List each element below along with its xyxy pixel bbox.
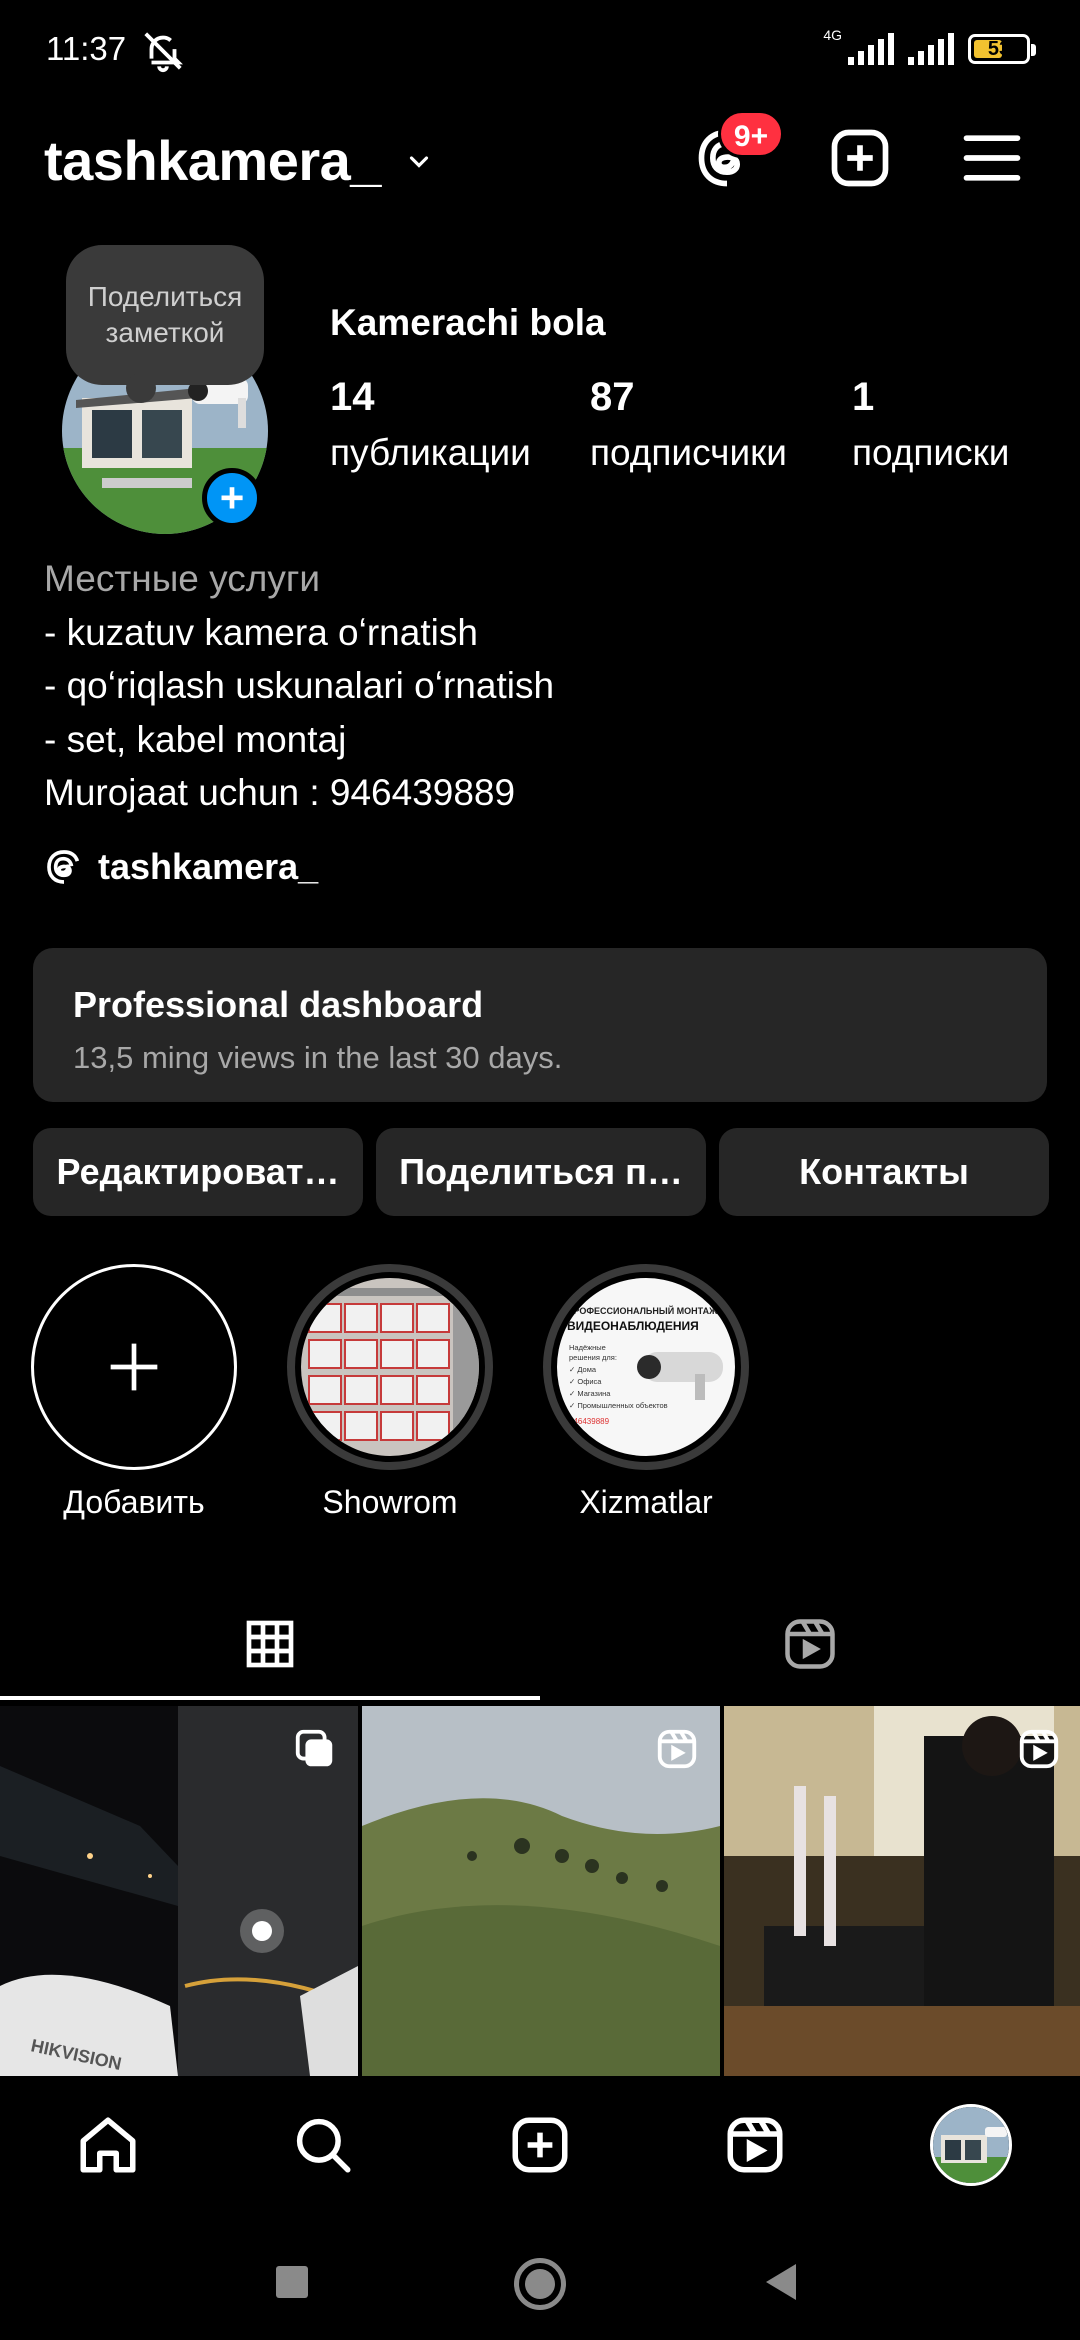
reels-icon (657, 1729, 697, 1769)
highlight-showrom[interactable]: Showrom (287, 1264, 493, 1521)
carousel-icon (295, 1729, 333, 1767)
highlight-label: Showrom (322, 1484, 458, 1520)
profile-header: tashkamera_ 9+ (0, 110, 1080, 210)
status-right: 4G 53 (823, 26, 1036, 72)
cover-text: решения для: (569, 1353, 617, 1362)
highlight-label: Xizmatlar (579, 1484, 713, 1520)
cover-text: ВИДЕОНАБЛЮДЕНИЯ (567, 1319, 699, 1333)
stat-label: подписки (852, 432, 1010, 473)
stat-value: 1 (852, 375, 875, 419)
cover-text: 946439889 (569, 1417, 610, 1426)
notification-badge: 9+ (718, 110, 784, 158)
plus-icon (110, 1343, 158, 1391)
bio-line: Murojaat uchun : 946439889 (44, 772, 516, 813)
signal-icon (848, 33, 894, 65)
bio-category: Местные услуги (44, 558, 320, 599)
battery-level: 53 (987, 38, 1011, 60)
highlight-cover: ПРОФЕССИОНАЛЬНЫЙ МОНТАЖ СИСТЕМ ВИДЕОНАБЛ… (557, 1278, 735, 1456)
highlight-label: Добавить (63, 1484, 205, 1520)
signal-icon (908, 33, 954, 65)
username[interactable]: tashkamera_ (44, 128, 381, 193)
stat-value: 14 (330, 375, 375, 419)
recent-apps-button[interactable] (276, 2266, 308, 2298)
contacts-button[interactable]: Контакты (719, 1128, 1049, 1216)
edit-profile-label: Редактироват… (56, 1151, 340, 1192)
reels-icon (785, 1619, 835, 1669)
stat-value: 87 (590, 375, 635, 419)
dashboard-subtitle: 13,5 ming views in the last 30 days. (73, 1040, 563, 1075)
system-navigation-bar (0, 2214, 1080, 2340)
home-icon[interactable] (75, 2112, 141, 2178)
note-prompt: Поделиться заметкой (87, 281, 243, 348)
network-type: 4G (823, 27, 842, 43)
highlight-add-ring (31, 1264, 237, 1470)
cover-text: Надёжные (569, 1343, 606, 1352)
cover-text: ✓ Дома (569, 1365, 597, 1374)
post-thumbnail[interactable] (362, 1706, 720, 2076)
bottom-navigation (0, 2076, 1080, 2214)
highlight-ring: ПРОФЕССИОНАЛЬНЫЙ МОНТАЖ СИСТЕМ ВИДЕОНАБЛ… (543, 1264, 749, 1470)
highlight-ring (287, 1264, 493, 1470)
posts-grid: HIKVISION (0, 1706, 1080, 2076)
profile-bio: Местные услуги - kuzatuv kamera oʻrnatis… (44, 552, 554, 820)
stat-posts[interactable]: 14 публикации (330, 375, 531, 474)
cover-text: ✓ Магазина (569, 1389, 611, 1398)
reels-icon[interactable] (722, 2112, 788, 2178)
search-icon[interactable] (290, 2112, 356, 2178)
create-icon[interactable] (507, 2112, 573, 2178)
status-bar: 11:37 4G 53 (0, 0, 1080, 100)
post-thumbnail[interactable] (724, 1706, 1080, 2076)
threads-icon (47, 850, 80, 884)
dashboard-title: Professional dashboard (73, 984, 484, 1025)
reels-icon (1019, 1729, 1059, 1769)
professional-dashboard[interactable]: Professional dashboard 13,5 ming views i… (33, 948, 1047, 1102)
threads-profile-link[interactable]: tashkamera_ (44, 846, 318, 888)
contacts-label: Контакты (799, 1151, 969, 1192)
chevron-down-icon[interactable] (400, 148, 438, 178)
status-time: 11:37 (46, 30, 127, 67)
stat-label: подписчики (590, 432, 787, 473)
stat-label: публикации (330, 432, 531, 473)
cover-text: ✓ Офиса (569, 1377, 602, 1386)
mute-icon (144, 32, 183, 73)
system-home-button[interactable] (514, 2258, 566, 2310)
bio-line: - qoʻriqlash uskunalari oʻrnatish (44, 665, 555, 706)
create-post-icon[interactable] (826, 124, 894, 192)
highlight-add[interactable]: Добавить (31, 1264, 237, 1521)
profile-avatar[interactable] (930, 2104, 1012, 2186)
active-tab-indicator (0, 1696, 540, 1700)
note-bubble[interactable]: Поделиться заметкой (66, 245, 264, 403)
threads-handle: tashkamera_ (98, 846, 319, 887)
profile-tabs (0, 1588, 1080, 1700)
share-profile-label: Поделиться п… (399, 1151, 683, 1192)
tab-reels[interactable] (540, 1588, 1080, 1700)
battery-icon: 53 (968, 34, 1036, 64)
stat-followers[interactable]: 87 подписчики (590, 375, 787, 474)
back-button[interactable] (766, 2264, 796, 2300)
bio-line: - set, kabel montaj (44, 718, 347, 760)
stat-following[interactable]: 1 подписки (852, 375, 1009, 474)
edit-profile-button[interactable]: Редактироват… (33, 1128, 363, 1216)
bio-line: - kuzatuv kamera oʻrnatish (44, 611, 478, 653)
cover-text: ПРОФЕССИОНАЛЬНЫЙ МОНТАЖ СИСТЕМ (567, 1305, 735, 1316)
highlight-xizmatlar[interactable]: ПРОФЕССИОНАЛЬНЫЙ МОНТАЖ СИСТЕМ ВИДЕОНАБЛ… (543, 1264, 749, 1521)
tab-posts-grid[interactable] (0, 1588, 540, 1700)
add-story-button[interactable]: + (202, 468, 262, 528)
share-profile-button[interactable]: Поделиться п… (376, 1128, 706, 1216)
menu-icon[interactable] (958, 124, 1026, 192)
highlight-cover (301, 1278, 479, 1456)
cover-text: ✓ Промышленных объектов (569, 1401, 668, 1410)
grid-icon (246, 1620, 294, 1668)
display-name: Kamerachi bola (330, 302, 606, 343)
post-thumbnail[interactable]: HIKVISION (0, 1706, 358, 2076)
